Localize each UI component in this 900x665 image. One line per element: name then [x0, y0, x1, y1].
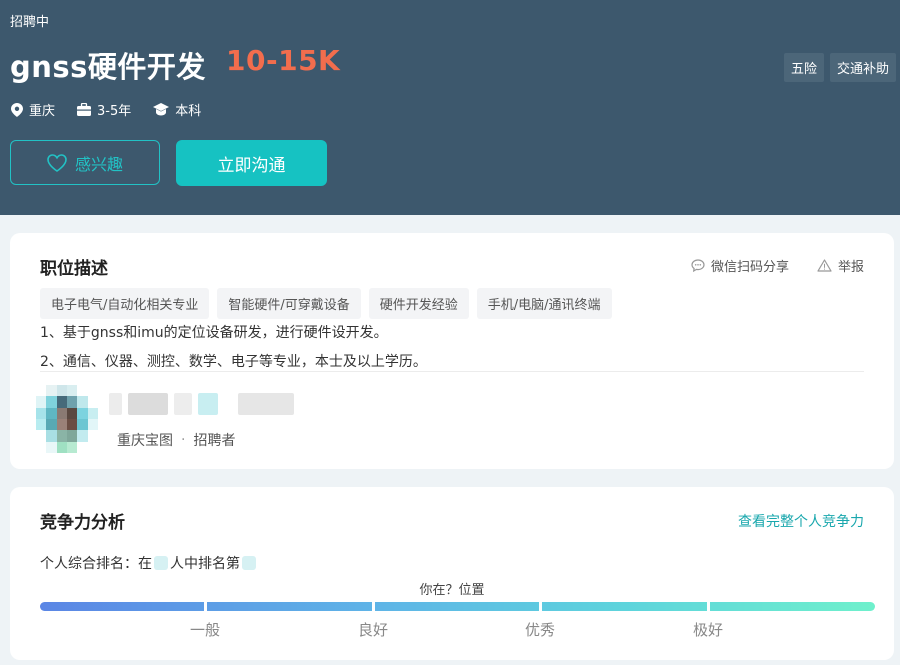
rank-middle: 人中排名第: [170, 556, 240, 572]
blur-block: [198, 393, 218, 415]
briefcase-icon: [77, 103, 92, 116]
heart-icon: [47, 153, 67, 172]
level-label: 一般: [189, 621, 221, 639]
interest-label: 感兴趣: [74, 154, 123, 174]
view-full-competitiveness-link[interactable]: 查看完整个人竞争力: [738, 511, 864, 531]
position-marker-label: 你在？位置: [419, 583, 485, 598]
meta-experience: 3-5年: [77, 100, 131, 119]
meta-location: 重庆: [11, 100, 55, 119]
blur-block: [109, 393, 122, 415]
location-text: 重庆: [29, 104, 56, 119]
rank-position-blurred: [242, 556, 256, 570]
description-actions: 微信扫码分享 举报: [691, 256, 864, 275]
perk-badge: 交通补助: [829, 53, 896, 82]
report-label: 举报: [837, 260, 864, 275]
skill-tag: 手机/电脑/通讯终端: [476, 288, 612, 319]
chat-now-button[interactable]: 立即沟通: [176, 140, 327, 186]
skill-tag: 电子电气/自动化相关专业: [40, 288, 210, 319]
blur-block: [224, 393, 232, 415]
wechat-share-button[interactable]: 微信扫码分享: [691, 256, 789, 275]
level-label: 优秀: [524, 621, 556, 639]
blur-block: [128, 393, 168, 415]
job-meta: 重庆 3-5年 本科: [11, 100, 223, 119]
scale-labels: 一般 良好 优秀 极好: [40, 619, 875, 639]
description-line: 1、基于gnss和imu的定位设备研发，进行硬件设开发。: [40, 325, 388, 341]
chat-bubble-icon: [691, 259, 705, 272]
skill-tag: 硬件开发经验: [368, 288, 469, 319]
meta-education: 本科: [153, 100, 201, 119]
competition-title: 竞争力分析: [40, 513, 125, 533]
scale-separator: [539, 602, 542, 611]
description-title: 职位描述: [40, 259, 108, 279]
blur-block: [238, 393, 294, 415]
recruiter-meta: 重庆宝图 · 招聘者: [117, 430, 235, 450]
perk-badge: 五险: [783, 53, 824, 82]
report-button[interactable]: 举报: [817, 256, 864, 275]
warning-icon: [817, 259, 832, 272]
recruiter-role: 招聘者: [193, 433, 236, 449]
share-label: 微信扫码分享: [710, 260, 789, 275]
job-status: 招聘中: [10, 15, 50, 30]
experience-text: 3-5年: [97, 104, 132, 119]
skill-tags: 电子电气/自动化相关专业 智能硬件/可穿戴设备 硬件开发经验 手机/电脑/通讯终…: [40, 288, 612, 319]
job-title: gnss硬件开发: [10, 50, 206, 84]
separator-dot: ·: [181, 432, 186, 448]
job-description-card: 职位描述 微信扫码分享 举报 电子电气/自动化相关专业 智能硬件/可穿戴设备 硬…: [10, 233, 894, 469]
recruiter-name-blurred: [109, 393, 294, 415]
scale-separator: [372, 602, 375, 611]
recruiter-avatar[interactable]: [36, 385, 98, 453]
rank-prefix: 个人综合排名：在: [40, 556, 152, 572]
competitiveness-scale-bar: [40, 602, 875, 611]
scale-separator: [707, 602, 710, 611]
scale-separator: [204, 602, 207, 611]
competition-card: 竞争力分析 查看完整个人竞争力 个人综合排名：在 人中排名第 你在？位置 一般 …: [10, 487, 894, 660]
description-line: 2、通信、仪器、测控、数学、电子等专业，本士及以上学历。: [40, 354, 427, 370]
divider: [40, 371, 864, 372]
job-salary: 10-15K: [226, 44, 341, 77]
blur-block: [174, 393, 192, 415]
description-text: 1、基于gnss和imu的定位设备研发，进行硬件设开发。 2、通信、仪器、测控、…: [40, 319, 427, 377]
location-pin-icon: [11, 102, 23, 117]
rank-count-blurred: [154, 556, 168, 570]
perk-list: 五险 交通补助: [783, 53, 896, 82]
interest-button[interactable]: 感兴趣: [10, 140, 160, 185]
skill-tag: 智能硬件/可穿戴设备: [217, 288, 361, 319]
recruiter-company: 重庆宝图: [117, 433, 173, 449]
job-header: 招聘中 gnss硬件开发 10-15K 五险 交通补助 重庆 3-5年 本科 感…: [0, 0, 900, 215]
graduation-cap-icon: [153, 103, 170, 116]
level-label: 极好: [692, 621, 724, 639]
level-label: 良好: [357, 621, 389, 639]
rank-line: 个人综合排名：在 人中排名第: [40, 553, 258, 573]
education-text: 本科: [175, 104, 202, 119]
